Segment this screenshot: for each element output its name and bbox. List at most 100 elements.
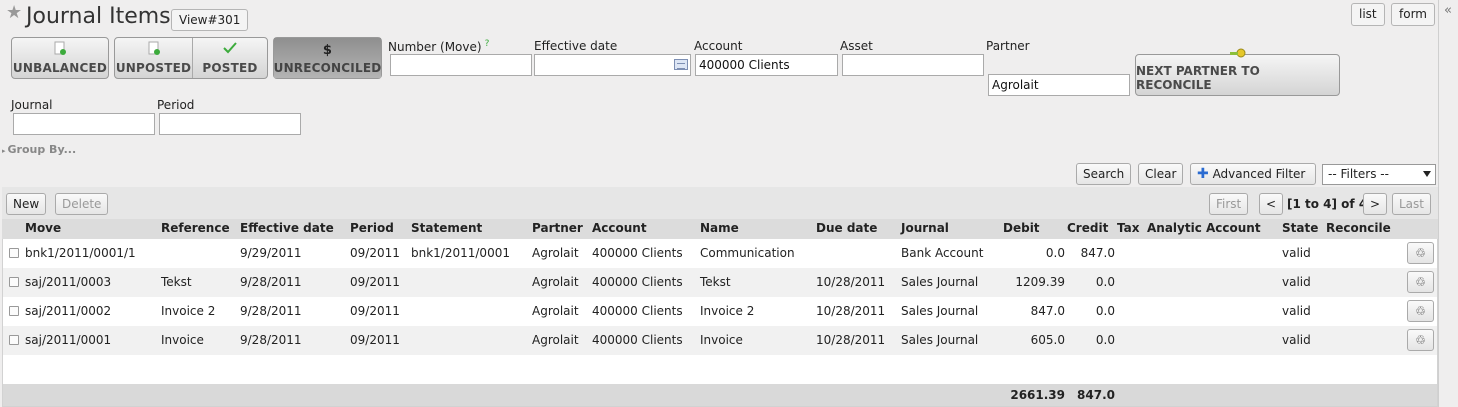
col-journal[interactable]: Journal [901, 221, 949, 235]
col-analytic-account[interactable]: Analytic Account [1147, 221, 1261, 235]
cell-name: Communication [700, 246, 795, 260]
row-checkbox[interactable] [9, 306, 19, 316]
pager-first-button[interactable]: First [1209, 193, 1249, 215]
filter-unbalanced-button[interactable]: UNBALANCED [12, 38, 108, 78]
check-icon [222, 41, 238, 61]
cell-name: Invoice [700, 333, 743, 347]
table-row[interactable]: saj/2011/0002 Invoice 2 9/28/2011 09/201… [3, 297, 1437, 326]
filter-unreconciled-label: UNRECONCILED [273, 61, 382, 75]
col-name[interactable]: Name [700, 221, 739, 235]
cell-due-date: 10/28/2011 [816, 333, 886, 347]
cell-effective-date: 9/28/2011 [240, 333, 302, 347]
filters-select[interactable]: -- Filters -- [1322, 164, 1436, 185]
col-partner[interactable]: Partner [532, 221, 583, 235]
delete-button[interactable]: Delete [55, 193, 109, 215]
cell-credit: 847.0 [1080, 246, 1115, 260]
asset-input[interactable] [842, 54, 984, 76]
sidebar-divider [1438, 0, 1439, 407]
cell-partner: Agrolait [532, 246, 579, 260]
form-view-button[interactable]: form [1391, 3, 1435, 26]
row-checkbox[interactable] [9, 248, 19, 258]
col-move[interactable]: Move [25, 221, 61, 235]
table-row[interactable]: bnk1/2011/0001/1 9/29/2011 09/2011 bnk1/… [3, 239, 1437, 268]
recycle-icon[interactable]: ♲ [1407, 300, 1434, 322]
period-input[interactable] [159, 113, 301, 135]
col-state[interactable]: State [1282, 221, 1318, 235]
pager-prev-button[interactable]: < [1259, 193, 1284, 215]
chevron-down-icon [1423, 171, 1431, 177]
cell-name: Invoice 2 [700, 304, 755, 318]
clear-button[interactable]: Clear [1138, 163, 1184, 185]
row-checkbox[interactable] [9, 335, 19, 345]
recycle-icon[interactable]: ♲ [1407, 271, 1434, 293]
table-row[interactable]: saj/2011/0001 Invoice 9/28/2011 09/2011 … [3, 326, 1437, 355]
cell-effective-date: 9/28/2011 [240, 275, 302, 289]
dollar-icon: $ [322, 43, 333, 58]
cell-account: 400000 Clients [592, 304, 683, 318]
col-credit[interactable]: Credit [1067, 221, 1108, 235]
col-due-date[interactable]: Due date [816, 221, 877, 235]
new-button[interactable]: New [6, 193, 47, 215]
cell-state: valid [1282, 304, 1311, 318]
col-statement[interactable]: Statement [411, 221, 482, 235]
col-reconcile[interactable]: Reconcile [1326, 221, 1391, 235]
account-label: Account [694, 39, 743, 53]
advanced-filter-button[interactable]: ✚ Advanced Filter [1190, 163, 1316, 185]
col-debit[interactable]: Debit [1003, 221, 1040, 235]
cell-period: 09/2011 [350, 275, 400, 289]
cell-period: 09/2011 [350, 246, 400, 260]
row-checkbox[interactable] [9, 277, 19, 287]
document-add-icon [54, 41, 66, 61]
triangle-right-icon: ▸ [2, 147, 6, 155]
filter-unreconciled-button[interactable]: $ UNRECONCILED [274, 38, 381, 78]
col-account[interactable]: Account [592, 221, 647, 235]
col-reference[interactable]: Reference [161, 221, 230, 235]
recycle-icon[interactable]: ♲ [1407, 329, 1434, 351]
help-icon: ? [484, 39, 490, 49]
cell-partner: Agrolait [532, 333, 579, 347]
cell-period: 09/2011 [350, 333, 400, 347]
cell-debit: 1209.39 [1015, 275, 1065, 289]
filter-posted-button[interactable]: POSTED [193, 38, 267, 78]
effective-date-input[interactable] [534, 54, 691, 76]
search-button[interactable]: Search [1076, 163, 1132, 185]
cell-journal: Sales Journal [901, 275, 979, 289]
period-label: Period [157, 98, 195, 112]
partner-label: Partner [986, 39, 1030, 53]
calendar-icon[interactable] [674, 59, 688, 70]
collapse-sidebar-icon[interactable]: « [1444, 3, 1452, 18]
col-tax[interactable]: Tax [1117, 221, 1139, 235]
cell-journal: Sales Journal [901, 304, 979, 318]
account-input[interactable]: 400000 Clients [695, 54, 838, 76]
cell-effective-date: 9/29/2011 [240, 246, 302, 260]
recycle-icon[interactable]: ♲ [1407, 242, 1434, 264]
page-title: Journal Items [26, 4, 171, 29]
pager-last-button[interactable]: Last [1392, 193, 1431, 215]
list-view-button[interactable]: list [1351, 3, 1385, 26]
star-icon[interactable]: ★ [6, 4, 22, 22]
table-row[interactable]: saj/2011/0003 Tekst 9/28/2011 09/2011 Ag… [3, 268, 1437, 297]
group-by-toggle[interactable]: ▸ Group By... [2, 143, 76, 156]
pager-next-button[interactable]: > [1363, 193, 1388, 215]
cell-state: valid [1282, 275, 1311, 289]
cell-name: Tekst [700, 275, 731, 289]
number-move-input[interactable] [390, 54, 532, 76]
cell-move: saj/2011/0002 [25, 304, 112, 318]
filter-group-reconcile: $ UNRECONCILED [273, 37, 382, 79]
cell-due-date: 10/28/2011 [816, 275, 886, 289]
cell-debit: 847.0 [1030, 304, 1065, 318]
view-id-button[interactable]: View#301 [171, 9, 249, 31]
pager-range: [1 to 4] of 4 [1287, 197, 1368, 211]
filter-group-balance: UNBALANCED [11, 37, 109, 79]
cell-journal: Bank Account [901, 246, 984, 260]
partner-input[interactable]: Agrolait [988, 74, 1130, 96]
next-partner-reconcile-button[interactable]: NEXT PARTNER TO RECONCILE [1135, 48, 1340, 96]
col-effective-date[interactable]: Effective date [240, 221, 334, 235]
col-period[interactable]: Period [350, 221, 394, 235]
journal-label: Journal [11, 98, 53, 112]
filter-unposted-button[interactable]: UNPOSTED [115, 38, 193, 78]
cell-partner: Agrolait [532, 275, 579, 289]
journal-input[interactable] [13, 113, 155, 135]
cell-move: bnk1/2011/0001/1 [25, 246, 136, 260]
cell-debit: 0.0 [1045, 246, 1065, 260]
